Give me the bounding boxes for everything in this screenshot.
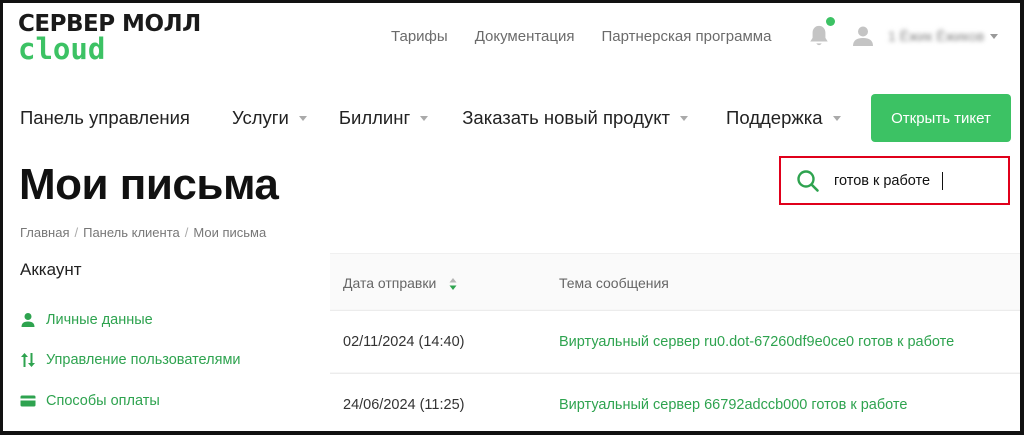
top-links: Тарифы Документация Партнерская программ… xyxy=(391,28,798,45)
nav-label: Услуги xyxy=(231,107,289,128)
credit-card-icon xyxy=(20,395,36,407)
user-icon xyxy=(21,313,35,327)
nav-dashboard[interactable]: Панель управления xyxy=(20,107,190,129)
message-subject-link[interactable]: Виртуальный сервер 66792adccb000 готов к… xyxy=(559,397,907,413)
breadcrumb: Главная / Панель клиента / Мои письма xyxy=(20,225,266,240)
sidebar-item-payment-methods[interactable]: Способы оплаты xyxy=(20,393,160,409)
nav-label: Биллинг xyxy=(338,107,411,128)
column-header-date[interactable]: Дата отправки xyxy=(343,275,457,291)
nav-label: Заказать новый продукт xyxy=(462,107,671,128)
sidebar-item-personal-data[interactable]: Личные данные xyxy=(20,312,153,328)
breadcrumb-separator: / xyxy=(184,225,189,240)
user-name: 1 Ёжик Ёжиков xyxy=(888,28,985,44)
page-frame: СЕРВЕР МОЛЛ cloud Тарифы Документация Па… xyxy=(0,0,1024,435)
nav-billing[interactable]: Биллинг xyxy=(338,107,429,129)
toplink-partner[interactable]: Партнерская программа xyxy=(602,28,772,45)
table-header: Дата отправки Тема сообщения xyxy=(330,253,1020,309)
logo[interactable]: СЕРВЕР МОЛЛ cloud xyxy=(18,12,201,66)
message-subject-link[interactable]: Виртуальный сервер ru0.dot-67260df9e0ce0… xyxy=(559,334,954,350)
main-nav: Панель управления Услуги Биллинг Заказат… xyxy=(20,107,841,129)
nav-support[interactable]: Поддержка xyxy=(726,107,841,129)
nav-order-product[interactable]: Заказать новый продукт xyxy=(462,107,689,129)
toplink-docs[interactable]: Документация xyxy=(475,28,575,45)
user-avatar-icon xyxy=(853,26,873,46)
bell-icon[interactable] xyxy=(808,24,830,48)
table-row: 02/11/2024 (14:40) Виртуальный сервер ru… xyxy=(330,310,1020,372)
breadcrumb-current: Мои письма xyxy=(193,225,267,240)
sidebar-item-label: Способы оплаты xyxy=(46,393,160,409)
nav-label: Панель управления xyxy=(20,107,190,128)
cell-date: 24/06/2024 (11:25) xyxy=(343,397,465,413)
search-input[interactable] xyxy=(834,172,984,189)
chevron-down-icon xyxy=(832,115,841,121)
chevron-down-icon xyxy=(298,115,307,121)
sidebar-item-user-management[interactable]: Управление пользователями xyxy=(20,352,241,368)
messages-table: Дата отправки Тема сообщения 02/11/2024 … xyxy=(330,253,1020,431)
open-ticket-button[interactable]: Открыть тикет xyxy=(871,94,1011,142)
sort-arrows-icon xyxy=(21,353,35,367)
breadcrumb-home[interactable]: Главная xyxy=(20,225,69,240)
table-row: 24/06/2024 (11:25) Виртуальный сервер 66… xyxy=(330,373,1020,431)
nav-services[interactable]: Услуги xyxy=(232,107,307,129)
text-cursor xyxy=(942,171,943,190)
cell-date: 02/11/2024 (14:40) xyxy=(343,334,465,350)
chevron-down-icon xyxy=(680,115,689,121)
page-title: Мои письма xyxy=(19,160,279,209)
chevron-down-icon xyxy=(420,115,429,121)
sort-icon[interactable] xyxy=(449,277,457,291)
search-icon[interactable] xyxy=(796,169,820,193)
nav-label: Поддержка xyxy=(726,107,823,128)
notification-badge xyxy=(826,17,835,26)
search-box[interactable] xyxy=(779,156,1010,205)
logo-text-bottom: cloud xyxy=(18,32,106,66)
sidebar-item-label: Личные данные xyxy=(46,312,153,328)
sidebar-item-label: Управление пользователями xyxy=(46,352,241,368)
chevron-down-icon xyxy=(990,33,999,39)
breadcrumb-client-panel[interactable]: Панель клиента xyxy=(83,225,180,240)
column-header-subject[interactable]: Тема сообщения xyxy=(559,275,669,291)
user-menu[interactable]: 1 Ёжик Ёжиков xyxy=(852,25,999,47)
toplink-tariffs[interactable]: Тарифы xyxy=(391,28,448,45)
breadcrumb-separator: / xyxy=(74,225,79,240)
column-header-label: Дата отправки xyxy=(343,275,437,291)
sidebar-title: Аккаунт xyxy=(20,260,82,279)
